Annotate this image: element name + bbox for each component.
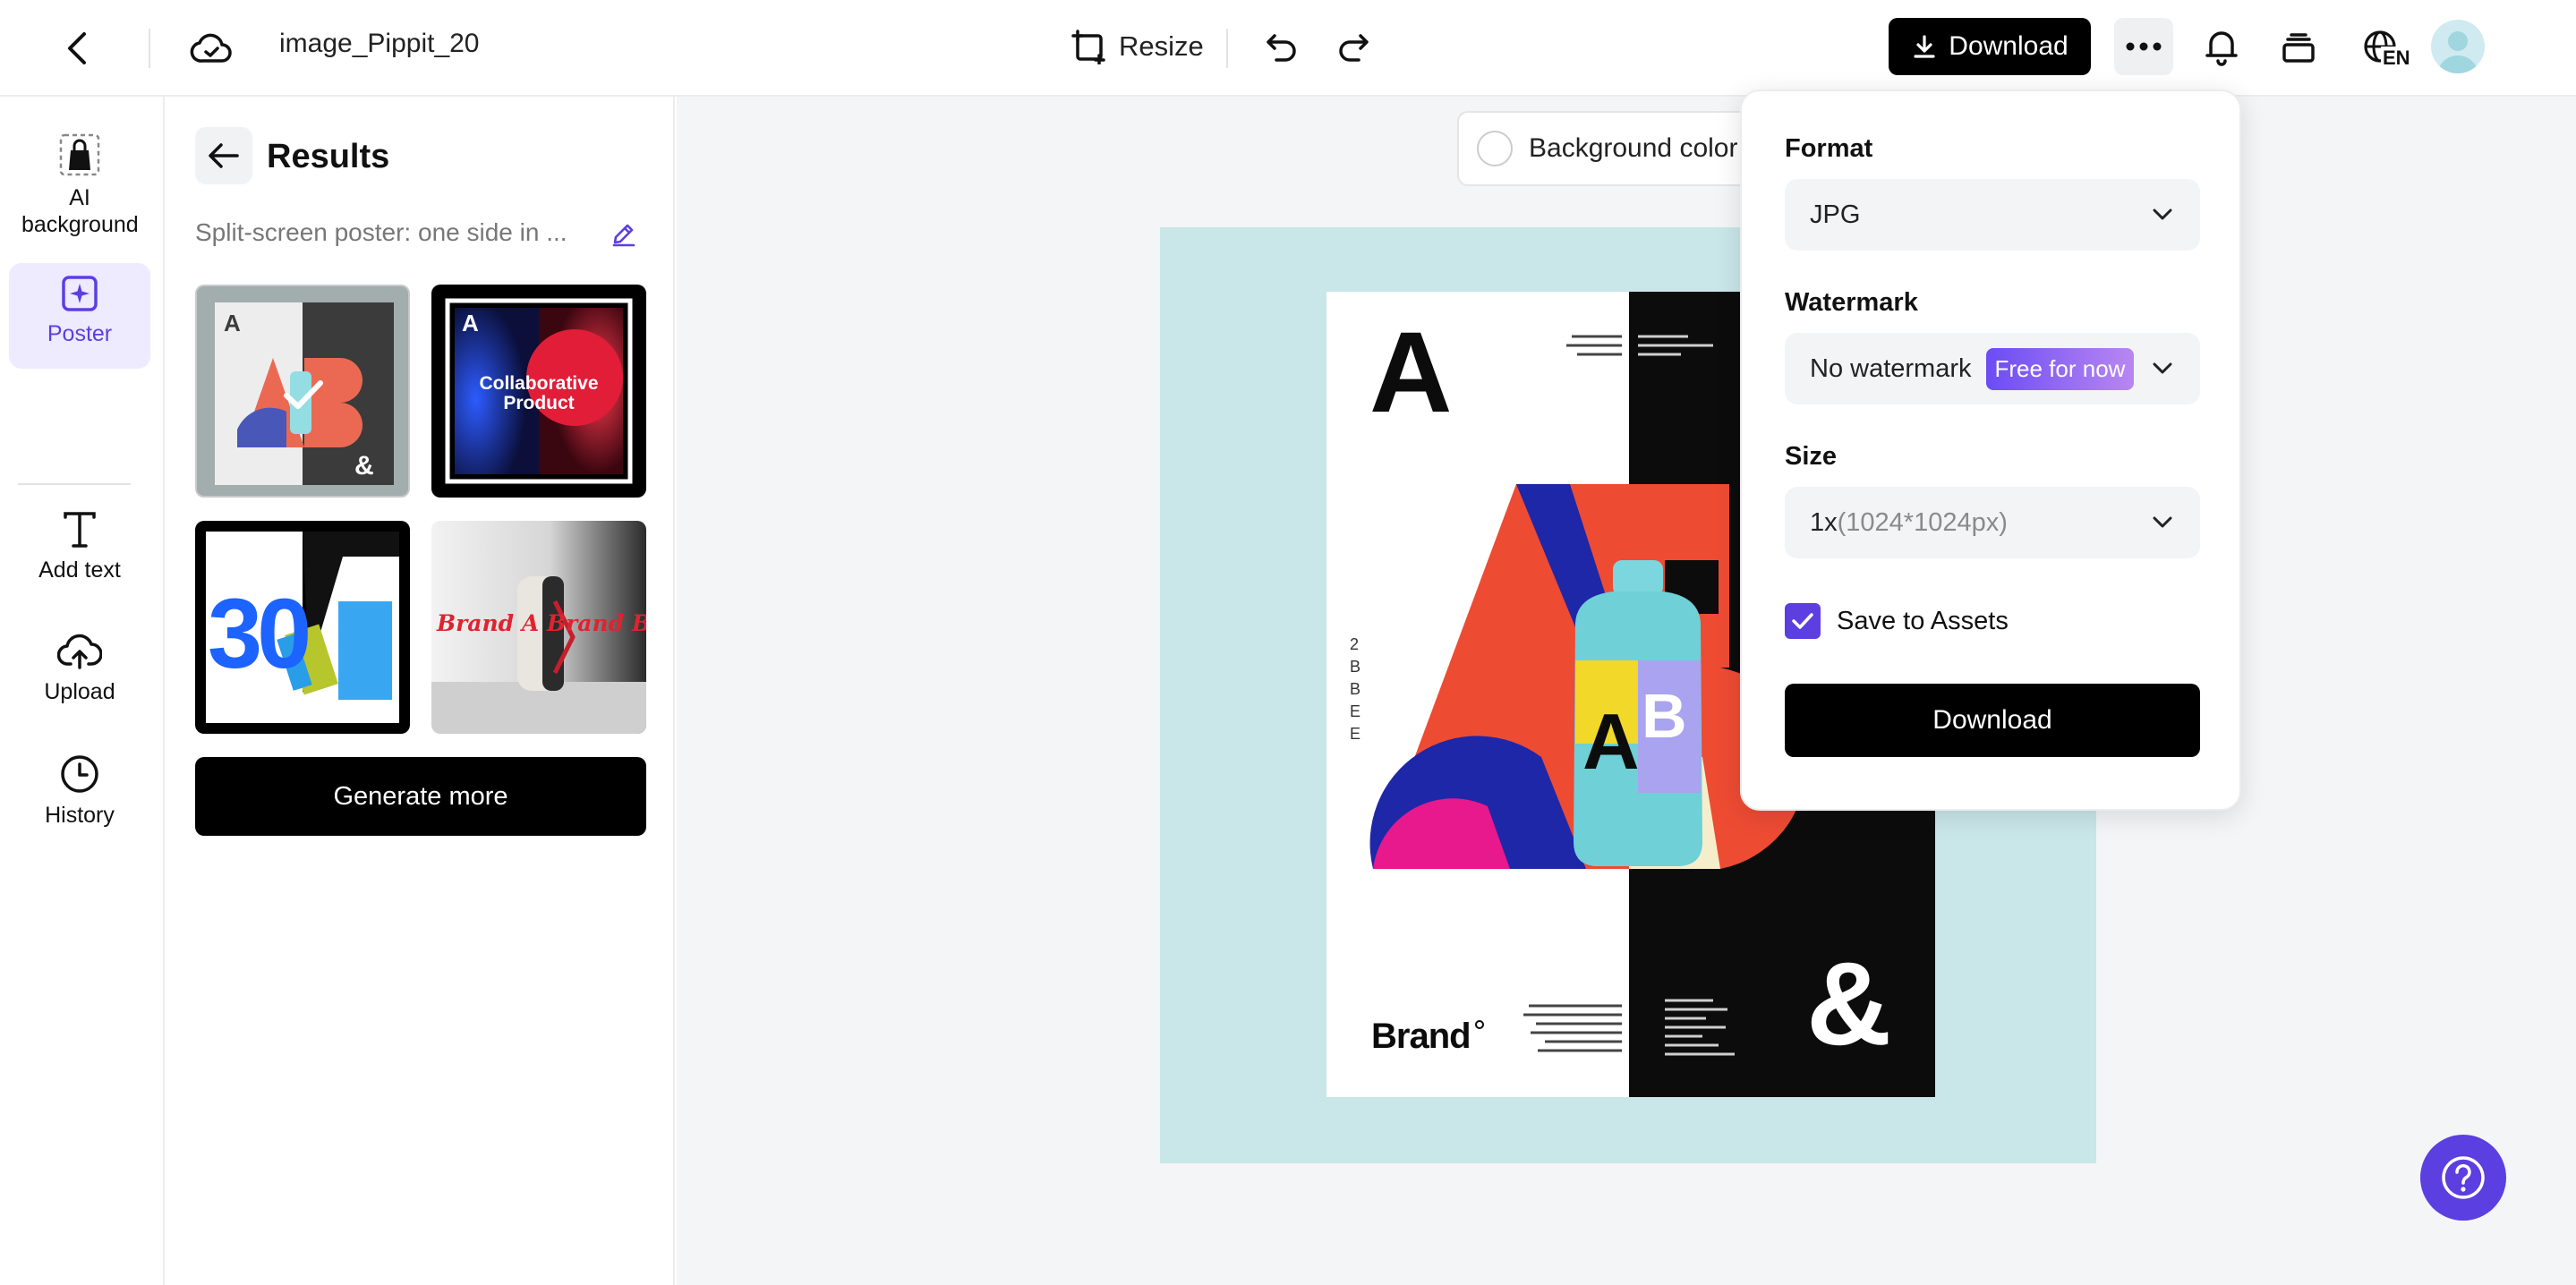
resize-button[interactable]: Resize (1062, 21, 1213, 72)
undo-button[interactable] (1257, 23, 1307, 73)
download-button[interactable]: Download (1889, 18, 2091, 75)
file-name[interactable]: image_Pippit_20 (279, 29, 480, 59)
nav-history[interactable]: History (9, 743, 150, 839)
topbar-divider (1226, 29, 1228, 68)
format-value: JPG (1810, 200, 1861, 229)
layers-button[interactable] (2273, 23, 2324, 73)
thumbnail-caption: Brand A Brand B (437, 610, 646, 636)
resize-label: Resize (1119, 30, 1204, 62)
nav-divider (18, 483, 131, 485)
undo-icon (1267, 34, 1296, 62)
nav-upload[interactable]: Upload (9, 621, 150, 716)
edit-prompt-button[interactable] (610, 220, 637, 251)
checkmark-icon (1792, 613, 1813, 629)
topbar-divider (149, 29, 150, 68)
text-icon (64, 512, 96, 548)
redo-button[interactable] (1328, 23, 1378, 73)
cloud-sync-button[interactable] (186, 25, 236, 72)
nav-label: Poster (47, 321, 113, 346)
help-button[interactable] (2420, 1135, 2506, 1221)
panel-download-button[interactable]: Download (1785, 684, 2200, 757)
pencil-icon (612, 224, 635, 247)
thumbnail-caption: 30 (208, 579, 311, 689)
checkmark-icon (284, 380, 323, 409)
avatar[interactable] (2431, 20, 2485, 73)
save-to-assets-row: Save to Assets (1785, 603, 2009, 639)
chevron-down-icon (2153, 516, 2172, 528)
thumbnail-caption: Collaborative Product (479, 373, 599, 413)
format-select[interactable]: JPG (1785, 179, 2200, 251)
user-avatar-icon (2438, 31, 2478, 73)
clock-icon (61, 755, 98, 793)
watermark-select[interactable]: No watermark Free for now (1785, 333, 2200, 404)
download-icon (1914, 35, 1935, 58)
nav-poster[interactable]: Poster (9, 263, 150, 369)
layers-icon (2282, 33, 2315, 63)
top-bar: image_Pippit_20 Resize Download EN (0, 0, 2576, 97)
save-to-assets-checkbox[interactable] (1785, 603, 1821, 639)
nav-ai-background[interactable]: AI background (9, 122, 150, 249)
svg-text:A: A (462, 310, 479, 336)
download-label: Download (1949, 31, 2068, 61)
watermark-value: No watermark (1810, 353, 1972, 383)
result-thumbnail-4[interactable]: Brand A Brand B (431, 521, 646, 734)
save-to-assets-label: Save to Assets (1837, 606, 2009, 635)
chevron-left-icon (68, 32, 86, 64)
language-code: EN (2381, 47, 2412, 70)
poster-sparkle-icon (62, 276, 98, 311)
background-color-label: Background color (1529, 133, 1738, 163)
prompt-text: Split-screen poster: one side in ... (195, 218, 567, 246)
size-value: 1x (1810, 507, 1838, 537)
chevron-down-icon (2153, 208, 2172, 220)
language-button[interactable]: EN (2352, 21, 2412, 75)
left-toolbar: AI background Poster Add text Upload His… (0, 97, 165, 1285)
cloud-upload-icon (57, 634, 102, 669)
nav-label: Upload (44, 679, 115, 704)
size-select[interactable]: 1x (1024*1024px) (1785, 487, 2200, 558)
format-label: Format (1785, 134, 1873, 163)
watermark-label: Watermark (1785, 288, 1918, 317)
redo-icon (1339, 34, 1369, 62)
back-arrow-button[interactable] (52, 23, 102, 73)
more-dots-icon (2126, 42, 2162, 51)
question-icon (2442, 1156, 2485, 1199)
resize-icon (1071, 30, 1105, 64)
results-panel: Results Split-screen poster: one side in… (166, 97, 675, 1285)
download-options-panel: Format JPG Watermark No watermark Free f… (1740, 89, 2241, 811)
bell-icon (2205, 31, 2238, 66)
cloud-check-icon (190, 33, 232, 63)
notifications-button[interactable] (2196, 21, 2247, 72)
results-title: Results (267, 138, 390, 175)
size-label: Size (1785, 442, 1838, 471)
size-hint: (1024*1024px) (1837, 507, 2008, 537)
result-thumbnail-2[interactable]: A Collaborative Product (431, 285, 646, 498)
nav-label: AI background (21, 185, 139, 237)
result-thumbnail-1[interactable]: A & (195, 285, 410, 498)
result-thumbnail-3[interactable]: 30 (195, 521, 410, 734)
free-badge: Free for now (1985, 347, 2135, 390)
more-options-button[interactable] (2114, 18, 2173, 75)
background-color-swatch (1477, 131, 1513, 166)
nav-label: History (45, 803, 115, 828)
nav-add-text[interactable]: Add text (9, 499, 150, 594)
arrow-left-icon (209, 143, 239, 168)
chevron-down-icon (2153, 362, 2172, 374)
results-back-button[interactable] (195, 127, 252, 184)
nav-label: Add text (38, 557, 121, 583)
bag-icon (59, 133, 100, 176)
generate-more-button[interactable]: Generate more (195, 757, 646, 836)
